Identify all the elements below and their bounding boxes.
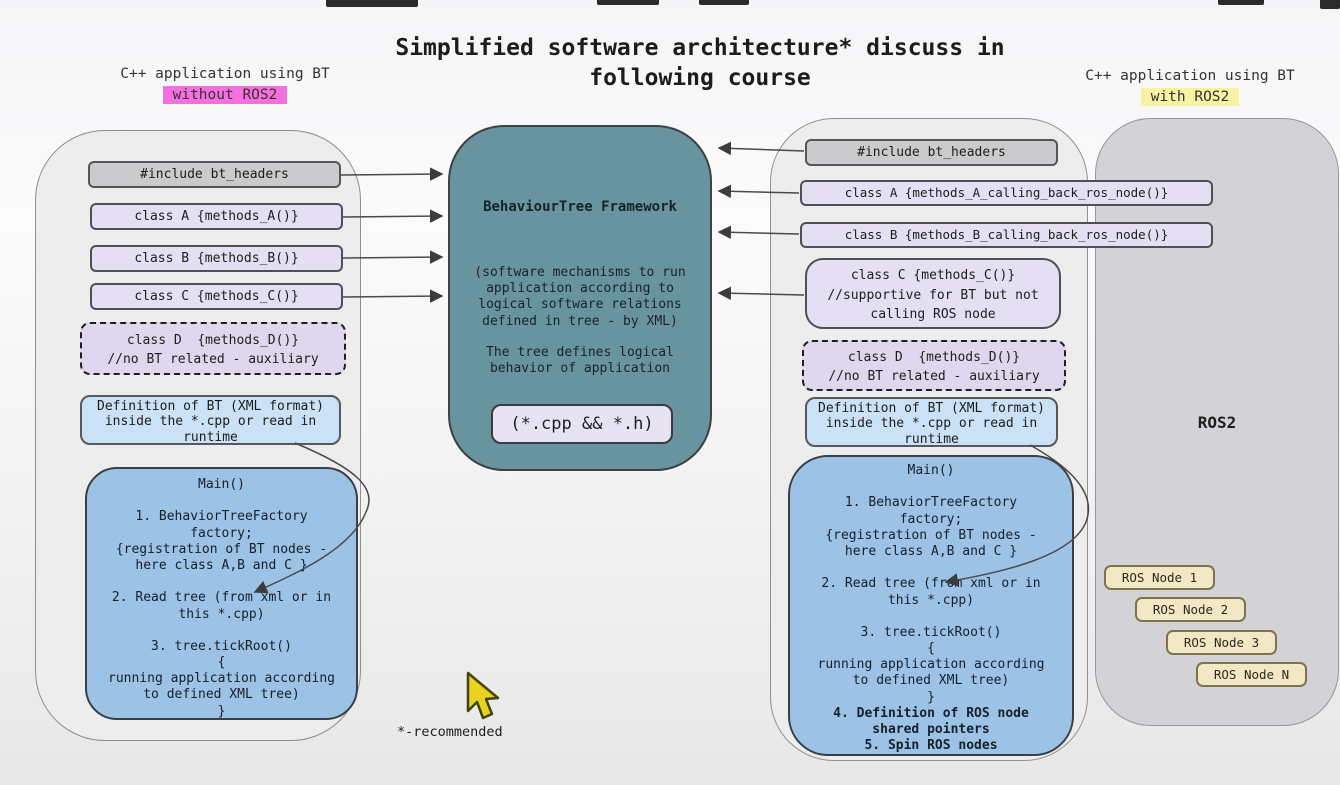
page-title-line2: following course <box>330 63 1070 93</box>
main-line-bold: shared pointers <box>790 722 1072 738</box>
main-line: 2. Read tree (from xml or in <box>790 576 1072 592</box>
ros-node-1: ROS Node 1 <box>1104 565 1215 590</box>
main-line: this *.cpp) <box>87 607 356 623</box>
main-line: here class A,B and C } <box>790 544 1072 560</box>
main-line: here class A,B and C } <box>87 558 356 574</box>
ros-node-3: ROS Node 3 <box>1166 630 1277 655</box>
screen-artifact <box>326 0 418 7</box>
main-line: to defined XML tree) <box>790 673 1072 689</box>
main-line <box>87 493 356 509</box>
framework-note-line: behavior of application <box>450 361 710 377</box>
class-c-line: calling ROS node <box>807 305 1059 325</box>
main-line: 1. BehaviorTreeFactory <box>790 495 1072 511</box>
page-title-line1: Simplified software architecture* discus… <box>330 33 1070 63</box>
main-line: factory; <box>790 512 1072 528</box>
framework-desc-line: (software mechanisms to run <box>450 265 710 281</box>
left-header-text: C++ application using BT <box>90 64 360 85</box>
def-bt-line: runtime <box>82 430 339 445</box>
main-line <box>87 574 356 590</box>
def-bt-line: inside the *.cpp or read in <box>82 414 339 429</box>
right-column-header: C++ application using BT with ROS2 <box>1055 66 1325 108</box>
class-d-line: class D {methods_D()} <box>804 348 1064 367</box>
screen-artifact <box>597 0 659 5</box>
with-ros2-highlight: with ROS2 <box>1141 88 1240 106</box>
left-def-bt-box: Definition of BT (XML format) inside the… <box>80 395 341 445</box>
ros-node-2: ROS Node 2 <box>1135 597 1246 622</box>
main-line: running application according <box>790 657 1072 673</box>
framework-tree-note: The tree defines logical behavior of app… <box>450 345 710 377</box>
class-c-line: //supportive for BT but not <box>807 286 1059 306</box>
main-line: 3. tree.tickRoot() <box>87 639 356 655</box>
ros-node-n: ROS Node N <box>1196 662 1307 687</box>
screen-artifact <box>1320 0 1340 9</box>
page-title: Simplified software architecture* discus… <box>330 33 1070 93</box>
recommended-footnote: *-recommended <box>397 724 503 740</box>
class-d-line: //no BT related - auxiliary <box>804 367 1064 386</box>
main-line <box>790 479 1072 495</box>
right-main-box: Main() 1. BehaviorTreeFactory factory; {… <box>788 455 1074 756</box>
framework-files-box: (*.cpp && *.h) <box>491 404 673 444</box>
slide-background: { "title": { "line1": "Simplified softwa… <box>0 0 1340 785</box>
left-class-b-box: class B {methods_B()} <box>90 245 343 272</box>
main-line: Main() <box>790 463 1072 479</box>
def-bt-line: Definition of BT (XML format) <box>82 399 339 414</box>
screen-artifact <box>699 0 749 5</box>
mouse-cursor-icon <box>462 671 506 725</box>
behaviourtree-framework-box: BehaviourTree Framework (software mechan… <box>448 125 712 471</box>
main-line: 1. BehaviorTreeFactory <box>87 509 356 525</box>
ros2-title: ROS2 <box>1096 413 1338 432</box>
left-column-header: C++ application using BT without ROS2 <box>90 64 360 106</box>
right-class-c-box: class C {methods_C()} //supportive for B… <box>805 258 1061 329</box>
framework-desc-line: logical software relations <box>450 297 710 313</box>
main-line-bold: 5. Spin ROS nodes <box>790 738 1072 754</box>
class-d-line: //no BT related - auxiliary <box>82 350 344 369</box>
main-line: this *.cpp) <box>790 593 1072 609</box>
left-class-d-box: class D {methods_D()} //no BT related - … <box>80 322 346 375</box>
main-line: {registration of BT nodes - <box>790 528 1072 544</box>
left-class-a-box: class A {methods_A()} <box>90 203 343 230</box>
def-bt-line: inside the *.cpp or read in <box>807 416 1056 431</box>
main-line <box>790 609 1072 625</box>
main-line: } <box>87 704 356 720</box>
right-header-highlight-row: with ROS2 <box>1055 87 1325 108</box>
left-header-highlight-row: without ROS2 <box>90 85 360 106</box>
left-class-c-box: class C {methods_C()} <box>90 283 343 310</box>
def-bt-line: Definition of BT (XML format) <box>807 401 1056 416</box>
right-class-b-box: class B {methods_B_calling_back_ros_node… <box>800 222 1213 248</box>
framework-description: (software mechanisms to run application … <box>450 265 710 330</box>
screen-artifact <box>1218 0 1264 5</box>
framework-desc-line: application according to <box>450 281 710 297</box>
main-line: } <box>790 690 1072 706</box>
main-line <box>87 623 356 639</box>
right-class-d-box: class D {methods_D()} //no BT related - … <box>802 340 1066 391</box>
main-line: Main() <box>87 477 356 493</box>
framework-title: BehaviourTree Framework <box>450 199 710 215</box>
right-header-text: C++ application using BT <box>1055 66 1325 87</box>
main-line: 2. Read tree (from xml or in <box>87 590 356 606</box>
main-line <box>790 560 1072 576</box>
main-line: factory; <box>87 526 356 542</box>
framework-desc-line: defined in tree - by XML) <box>450 314 710 330</box>
without-ros2-highlight: without ROS2 <box>163 86 288 104</box>
left-main-box: Main() 1. BehaviorTreeFactory factory; {… <box>85 467 358 720</box>
main-line: {registration of BT nodes - <box>87 542 356 558</box>
main-line: { <box>87 655 356 671</box>
framework-note-line: The tree defines logical <box>450 345 710 361</box>
right-def-bt-box: Definition of BT (XML format) inside the… <box>805 397 1058 447</box>
main-line: running application according <box>87 671 356 687</box>
right-class-a-box: class A {methods_A_calling_back_ros_node… <box>800 180 1213 206</box>
class-d-line: class D {methods_D()} <box>82 331 344 350</box>
main-line: to defined XML tree) <box>87 687 356 703</box>
class-c-line: class C {methods_C()} <box>807 266 1059 286</box>
main-line-bold: 4. Definition of ROS node <box>790 706 1072 722</box>
right-include-box: #include bt_headers <box>805 139 1058 166</box>
main-line: { <box>790 641 1072 657</box>
left-include-box: #include bt_headers <box>88 161 341 188</box>
main-line: 3. tree.tickRoot() <box>790 625 1072 641</box>
def-bt-line: runtime <box>807 432 1056 447</box>
